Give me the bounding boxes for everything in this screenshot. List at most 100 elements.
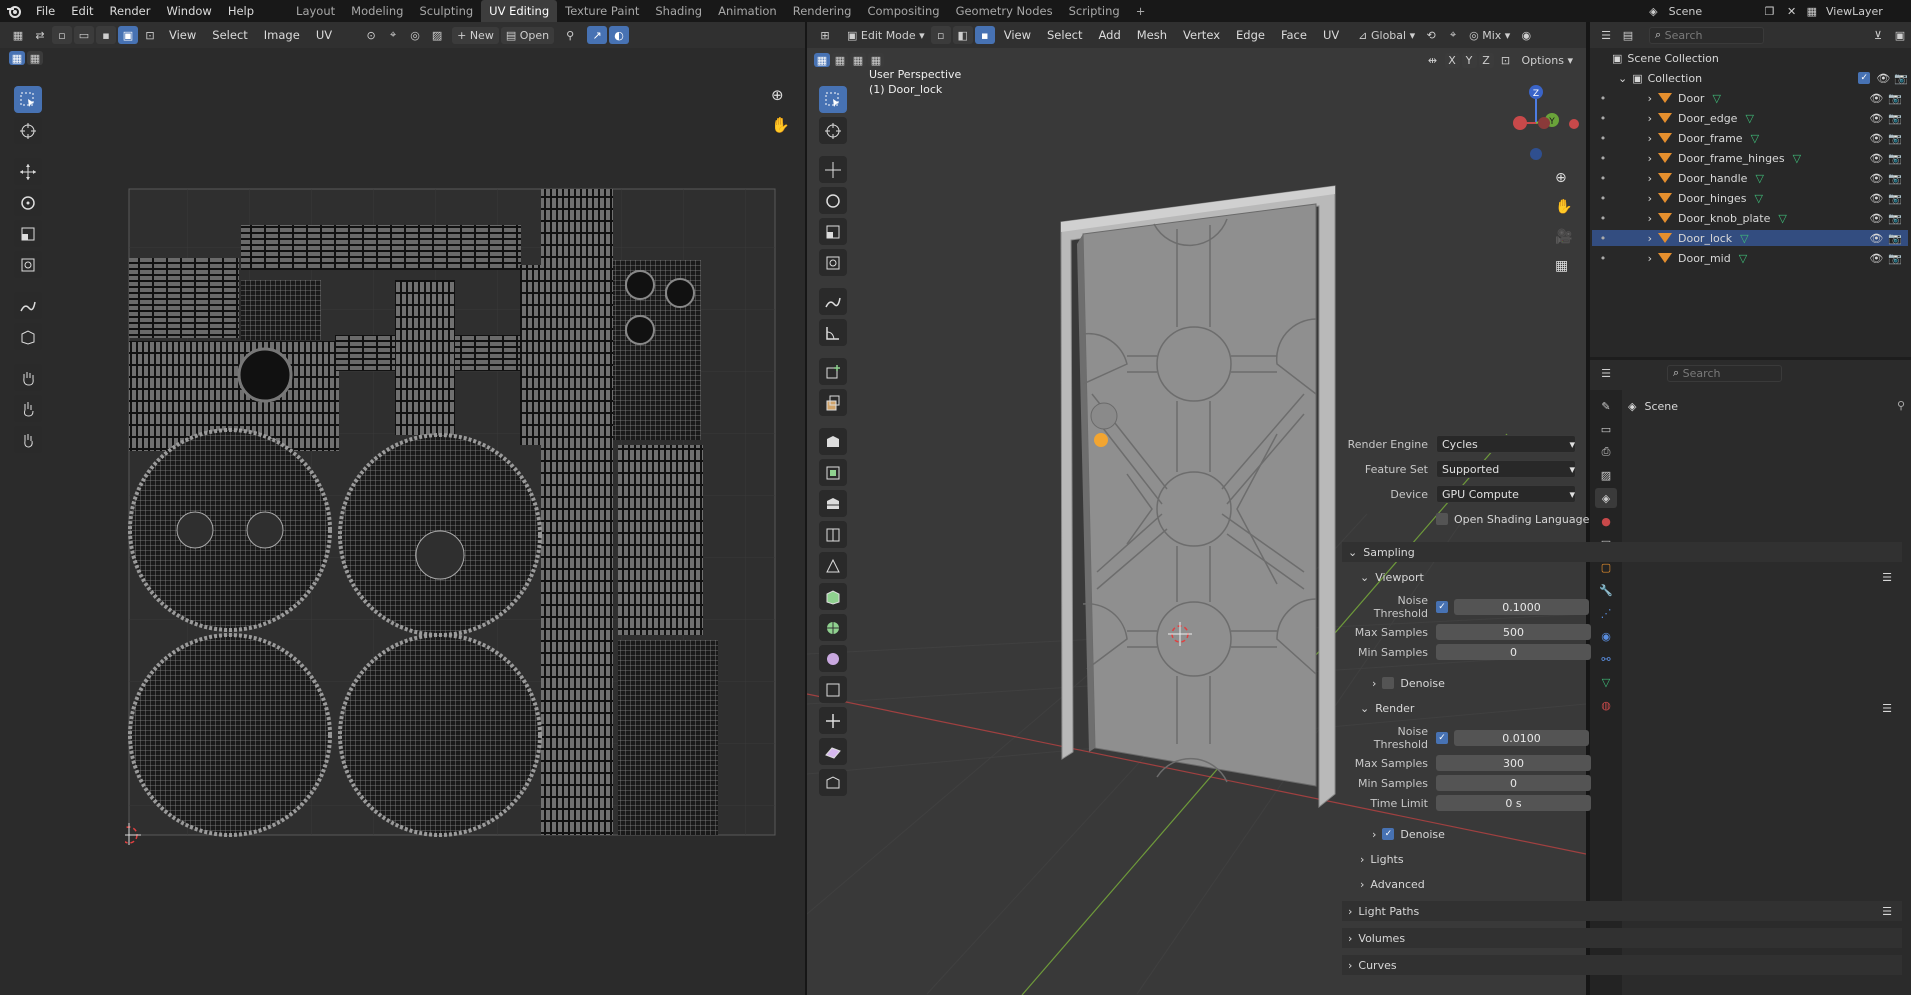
add-workspace-button[interactable]: + (1128, 0, 1154, 22)
new-scene-icon[interactable]: ❐ (1760, 2, 1780, 20)
scale-tool[interactable] (14, 220, 42, 247)
render-camera-icon[interactable]: 📷 (1888, 92, 1902, 105)
tab-layout[interactable]: Layout (288, 0, 343, 22)
pin-context-icon[interactable]: ⚲ (1897, 399, 1905, 412)
filter-icon[interactable]: ⊻ (1868, 26, 1888, 44)
outliner-row[interactable]: • › Door_frame_hinges ▽ 👁 📷 (1592, 150, 1908, 166)
expand-icon[interactable]: › (1634, 232, 1652, 245)
vp-menu-uv[interactable]: UV (1315, 28, 1347, 42)
gizmo-x-pos-handle[interactable] (1569, 119, 1579, 129)
expand-icon[interactable]: › (1634, 132, 1652, 145)
expand-icon[interactable]: › (1634, 172, 1652, 185)
perspective-toggle-icon[interactable]: ▦ (1555, 258, 1568, 274)
osl-checkbox[interactable] (1436, 513, 1448, 525)
proportional-edit-icon[interactable]: ◎ (405, 26, 425, 44)
knife-tool[interactable] (819, 521, 847, 548)
edge-select-icon[interactable]: ▭ (74, 26, 94, 44)
render-camera-icon[interactable]: 📷 (1888, 232, 1902, 245)
render-denoise-checkbox[interactable]: ✓ (1382, 828, 1395, 840)
uv-menu-uv[interactable]: UV (308, 28, 340, 42)
row-select-icon[interactable]: • (1596, 152, 1610, 165)
render-camera-icon[interactable]: 📷 (1894, 72, 1908, 85)
mesh-data-icon[interactable]: ▽ (1745, 112, 1753, 125)
gizmo-x-handle[interactable] (1538, 117, 1550, 129)
vertex-mode-icon[interactable]: ▫ (930, 26, 951, 44)
render-noise-threshold-field[interactable]: 0.0100 (1454, 730, 1589, 746)
cursor-tool[interactable] (14, 117, 42, 144)
viewport-noise-threshold-checkbox[interactable]: ✓ (1436, 601, 1448, 613)
row-select-icon[interactable]: • (1596, 172, 1610, 185)
row-select-icon[interactable]: • (1596, 92, 1610, 105)
render-camera-icon[interactable]: 📷 (1888, 172, 1902, 185)
select-box-tool[interactable] (14, 86, 42, 113)
add-cube-tool[interactable] (819, 358, 847, 385)
shear-tool[interactable] (819, 707, 847, 734)
viewport-noise-threshold-field[interactable]: 0.1000 (1454, 599, 1589, 615)
render-camera-icon[interactable]: 📷 (1888, 212, 1902, 225)
viewport-pan-icon[interactable]: ✋ (1555, 199, 1572, 215)
outliner-row[interactable]: • › Door_hinges ▽ 👁 📷 (1592, 190, 1908, 206)
visibility-eye-icon[interactable]: 👁 (1869, 252, 1883, 265)
uv-pan-icon[interactable]: ✋ (771, 116, 790, 134)
view-layer-selector[interactable]: ViewLayer (1821, 3, 1911, 20)
smooth-tool[interactable] (819, 614, 847, 641)
viewport-editor-type-icon[interactable]: ⊞ (815, 26, 835, 44)
render-engine-dropdown[interactable]: Cycles ▾ (1436, 435, 1576, 453)
proportional-falloff-dropdown[interactable]: ◎ Mix ▾ (1464, 27, 1515, 44)
render-noise-threshold-checkbox[interactable]: ✓ (1436, 732, 1448, 744)
mesh-data-icon[interactable]: ▽ (1740, 232, 1748, 245)
new-collection-icon[interactable]: ▣ (1890, 26, 1910, 44)
vp-cursor-tool[interactable] (819, 117, 847, 144)
tab-compositing[interactable]: Compositing (859, 0, 947, 22)
loop-cut-tool[interactable] (819, 490, 847, 517)
sticky-select-icon[interactable]: ⊡ (140, 26, 160, 44)
sync-selection-icon[interactable]: ⇄ (30, 26, 50, 44)
relax-tool[interactable] (14, 395, 42, 422)
render-camera-icon[interactable]: 📷 (1888, 152, 1902, 165)
shrink-fatten-tool[interactable] (819, 645, 847, 672)
poly-build-tool[interactable] (819, 552, 847, 579)
overlay-toggle-icon[interactable]: ◐ (609, 26, 630, 44)
render-camera-icon[interactable]: 📷 (1888, 132, 1902, 145)
time-limit-field[interactable]: 0 s (1436, 795, 1591, 811)
visibility-eye-icon[interactable]: 👁 (1869, 172, 1883, 185)
mesh-data-icon[interactable]: ▽ (1739, 252, 1747, 265)
expand-icon[interactable]: › (1634, 92, 1652, 105)
extrude-tool[interactable] (819, 389, 847, 416)
render-presets-icon[interactable]: ☰ (1882, 702, 1892, 715)
xray-icon[interactable]: ◉ (1516, 26, 1536, 44)
tab-shading[interactable]: Shading (647, 0, 710, 22)
menu-window[interactable]: Window (158, 0, 219, 22)
render-max-samples-field[interactable]: 300 (1436, 755, 1591, 771)
scene-icon[interactable]: ◈ (1649, 5, 1657, 18)
outliner-row[interactable]: • › Door_handle ▽ 👁 📷 (1592, 170, 1908, 186)
object-origin-dot[interactable] (1094, 433, 1108, 447)
uv-canvas[interactable] (125, 185, 781, 845)
row-select-icon[interactable]: • (1596, 232, 1610, 245)
island-select-icon[interactable]: ▣ (118, 26, 138, 44)
vertex-select-icon[interactable]: ▫ (52, 26, 72, 44)
inset-faces-tool[interactable] (819, 428, 847, 455)
to-sphere-tool[interactable] (819, 738, 847, 765)
row-select-icon[interactable]: • (1596, 192, 1610, 205)
select-mode-new-icon[interactable]: ▦ (9, 51, 25, 65)
outliner-editor-type-icon[interactable]: ☰ (1596, 26, 1616, 44)
vp-menu-vertex[interactable]: Vertex (1175, 28, 1228, 42)
vp-menu-select[interactable]: Select (1039, 28, 1090, 42)
presets-icon[interactable]: ☰ (1882, 571, 1892, 584)
visibility-eye-icon[interactable]: 👁 (1869, 232, 1883, 245)
viewport-zoom-icon[interactable]: ⊕ (1555, 170, 1567, 186)
expand-icon[interactable]: › (1634, 112, 1652, 125)
pivot-point-icon[interactable]: ⟲ (1421, 26, 1441, 44)
mirror-icon[interactable]: ⇹ (1423, 51, 1443, 69)
select-mode-extend-icon[interactable]: ▦ (27, 51, 43, 65)
new-image-button[interactable]: + New (452, 26, 499, 44)
outliner-row[interactable]: • › Door ▽ 👁 📷 (1592, 90, 1908, 106)
expand-icon[interactable]: › (1634, 152, 1652, 165)
vp-menu-view[interactable]: View (996, 28, 1039, 42)
exclude-checkbox[interactable]: ✓ (1858, 72, 1871, 85)
outliner-row[interactable]: • › Door_mid ▽ 👁 📷 (1592, 250, 1908, 266)
pinch-tool[interactable] (14, 426, 42, 453)
bevel-tool[interactable] (819, 459, 847, 486)
vp-select-invert-icon[interactable]: ▦ (868, 53, 884, 67)
